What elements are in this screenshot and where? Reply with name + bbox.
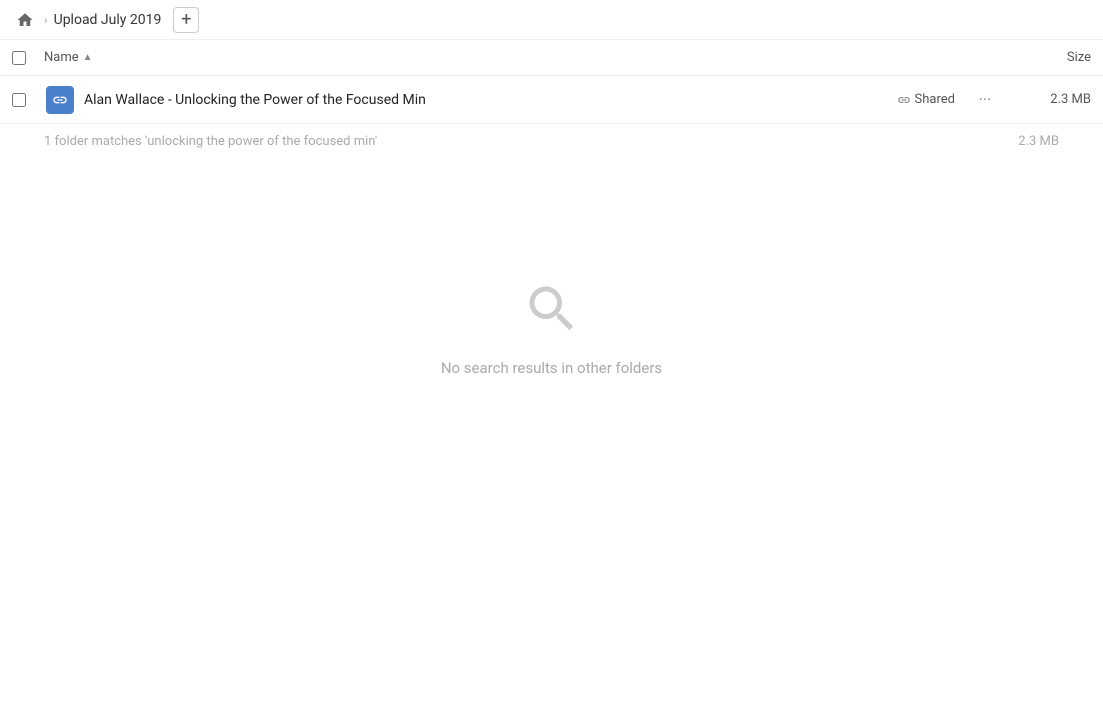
match-info-size: 2.3 MB <box>1018 134 1059 149</box>
file-icon-box <box>46 86 74 114</box>
file-row[interactable]: Alan Wallace - Unlocking the Power of th… <box>0 76 1103 124</box>
add-button[interactable]: + <box>173 7 199 33</box>
ellipsis-icon: ··· <box>979 90 992 109</box>
sort-arrow-icon: ▲ <box>83 52 93 63</box>
file-size: 2.3 MB <box>1011 92 1091 107</box>
size-column-header: Size <box>1011 50 1091 65</box>
shared-label: Shared <box>915 92 955 107</box>
home-breadcrumb[interactable] <box>12 7 38 33</box>
name-column-label: Name <box>44 50 79 65</box>
shared-badge[interactable]: Shared <box>897 92 955 107</box>
name-column-header[interactable]: Name ▲ <box>44 50 1011 65</box>
column-header-row: Name ▲ Size <box>0 40 1103 76</box>
select-all-checkbox[interactable] <box>12 51 26 65</box>
match-info-row: 1 folder matches 'unlocking the power of… <box>0 124 1103 159</box>
home-icon <box>16 11 34 29</box>
folder-link-icon <box>52 92 68 108</box>
match-info-text: 1 folder matches 'unlocking the power of… <box>44 134 377 149</box>
breadcrumb-separator: › <box>44 13 48 27</box>
file-name: Alan Wallace - Unlocking the Power of th… <box>84 92 897 108</box>
breadcrumb-current-folder: Upload July 2019 <box>54 12 162 28</box>
file-icon-wrap <box>44 84 76 116</box>
link-icon <box>897 93 911 107</box>
header-checkbox-cell <box>12 51 44 65</box>
row-checkbox[interactable] <box>12 93 26 107</box>
search-empty-icon <box>522 279 582 339</box>
empty-state: No search results in other folders <box>0 279 1103 377</box>
no-results-text: No search results in other folders <box>441 359 662 377</box>
breadcrumb-bar: › Upload July 2019 + <box>0 0 1103 40</box>
more-options-button[interactable]: ··· <box>971 86 999 114</box>
no-results-icon <box>522 279 582 343</box>
row-checkbox-cell <box>12 93 44 107</box>
